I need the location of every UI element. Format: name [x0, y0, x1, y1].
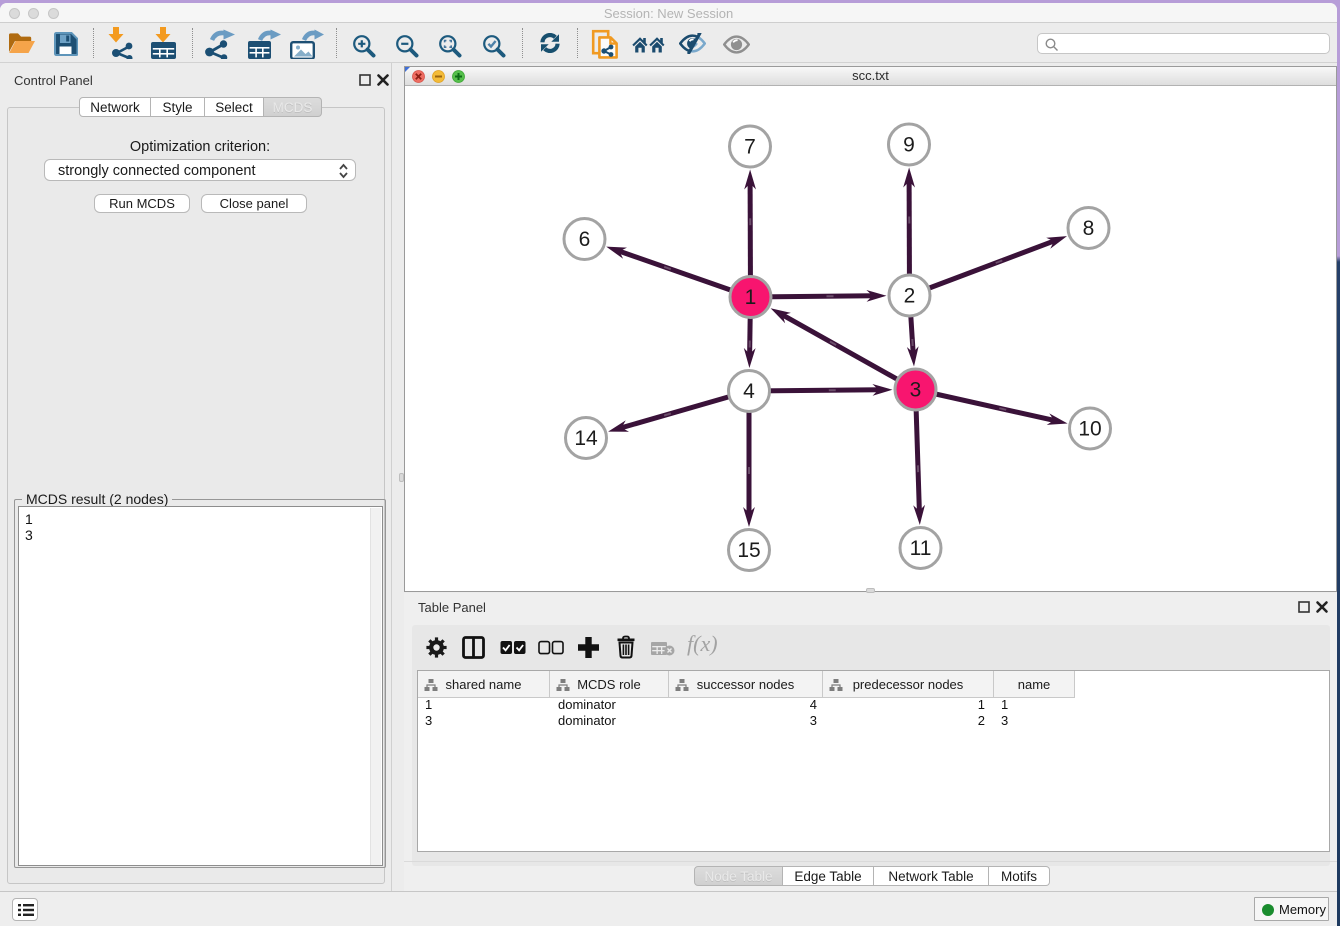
svg-text:3: 3 — [910, 379, 922, 402]
svg-text:4: 4 — [743, 380, 755, 403]
svg-text:6: 6 — [579, 228, 591, 251]
svg-text:14: 14 — [574, 427, 598, 450]
svg-text:2: 2 — [904, 285, 916, 308]
svg-text:15: 15 — [737, 539, 760, 562]
svg-text:7: 7 — [744, 136, 756, 159]
svg-text:11: 11 — [910, 537, 932, 560]
svg-text:1: 1 — [745, 286, 757, 309]
svg-text:10: 10 — [1078, 418, 1101, 441]
svg-text:8: 8 — [1083, 217, 1095, 240]
svg-text:9: 9 — [903, 134, 915, 157]
